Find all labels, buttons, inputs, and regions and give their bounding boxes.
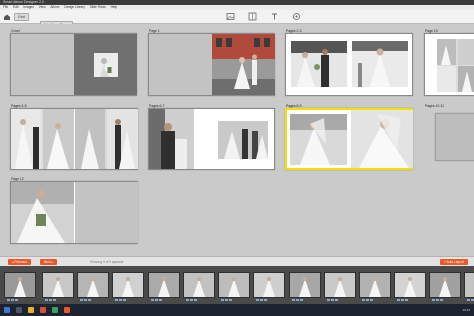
photo[interactable] <box>11 182 74 243</box>
spread-cover[interactable] <box>10 33 137 96</box>
spread-page-13[interactable] <box>424 33 474 96</box>
filmstrip-thumbnail[interactable] <box>112 272 144 301</box>
filmstrip-thumbnail[interactable] <box>429 272 461 301</box>
image-tool-icon[interactable] <box>226 12 235 21</box>
filmstrip-thumbnail[interactable] <box>289 272 321 301</box>
rating-stars <box>115 299 126 301</box>
menu-help[interactable]: Help <box>111 5 118 9</box>
filmstrip-thumbnail[interactable] <box>77 272 109 301</box>
filmstrip-thumbnail[interactable] <box>464 272 474 301</box>
spread-pages-10-11[interactable] <box>435 113 474 161</box>
filmstrip-thumbnail[interactable] <box>218 272 250 301</box>
rating-stars <box>151 299 162 301</box>
spread-label: Pages 10-11 <box>425 104 444 108</box>
start-icon[interactable] <box>4 307 10 313</box>
previous-button[interactable]: ◂ Previous <box>8 259 31 265</box>
spread-workspace: Cover Page 1 Pages 2-3 Page 13 Pages 4-5 <box>0 24 474 256</box>
zoom-in-icon[interactable] <box>288 259 294 272</box>
photo[interactable] <box>290 114 347 165</box>
rating-stars <box>45 299 56 301</box>
os-taskbar: 10:24 <box>0 304 474 316</box>
menu-album[interactable]: Album <box>50 5 59 9</box>
filmstrip-thumbnail[interactable] <box>359 272 391 301</box>
grid-view-icon[interactable] <box>276 259 282 272</box>
bottom-bar: ◂ Previous Next ▸ Showing 9 of 9 spreads… <box>0 256 474 272</box>
zoom-out-icon[interactable] <box>264 259 270 272</box>
tool-group <box>226 12 301 21</box>
page <box>149 34 212 95</box>
photo[interactable] <box>291 41 347 87</box>
photo[interactable] <box>351 110 413 168</box>
app-title: Smart Album Designer 2.0 <box>3 0 44 4</box>
spread-page-1[interactable] <box>148 33 275 96</box>
filmstrip-thumbnail[interactable] <box>324 272 356 301</box>
filmstrip-thumbnail[interactable] <box>148 272 180 301</box>
filmstrip-thumbnail[interactable] <box>394 272 426 301</box>
menu-view[interactable]: View <box>39 5 46 9</box>
folder-icon[interactable] <box>28 307 34 313</box>
photo[interactable] <box>94 53 118 77</box>
rating-stars <box>7 299 18 301</box>
rating-stars <box>80 299 91 301</box>
layout-tool-icon[interactable] <box>248 12 257 21</box>
filmstrip-thumbnail[interactable] <box>42 272 74 301</box>
next-button[interactable]: Next ▸ <box>40 259 58 265</box>
spread-page-12[interactable] <box>10 181 138 244</box>
toolbar: Grid Wedding Album <box>0 10 474 29</box>
rating-stars <box>432 299 443 301</box>
page <box>75 182 138 243</box>
image-filmstrip <box>0 266 474 304</box>
text-tool-icon[interactable] <box>270 12 279 21</box>
rating-stars <box>467 299 474 301</box>
menu-images[interactable]: Images <box>23 5 33 9</box>
filmstrip-thumbnail[interactable] <box>4 272 36 301</box>
status-text: Showing 9 of 9 spreads <box>90 260 124 264</box>
photo[interactable] <box>149 109 194 169</box>
view-button[interactable]: Grid <box>14 13 29 21</box>
photo[interactable] <box>352 41 408 87</box>
photo[interactable] <box>212 109 274 169</box>
spread-pages-4-5[interactable] <box>10 108 138 170</box>
menu-design-library[interactable]: Design Library <box>64 5 85 9</box>
rating-stars <box>221 299 232 301</box>
rating-stars <box>256 299 267 301</box>
filmstrip-thumbnail[interactable] <box>253 272 285 301</box>
spread-pages-2-3[interactable] <box>285 33 413 96</box>
page <box>11 34 74 95</box>
photo[interactable] <box>75 109 138 169</box>
rating-stars <box>186 299 197 301</box>
spread-pages-8-9[interactable] <box>285 108 413 170</box>
app-icon[interactable] <box>52 307 58 313</box>
menu-file[interactable]: File <box>3 5 8 9</box>
filmstrip-thumbnail[interactable] <box>183 272 215 301</box>
photo[interactable] <box>437 39 474 92</box>
album-app-icon[interactable] <box>64 307 70 313</box>
rating-stars <box>292 299 303 301</box>
spread-pages-6-7[interactable] <box>148 108 275 170</box>
rating-stars <box>362 299 373 301</box>
rating-stars <box>397 299 408 301</box>
rating-stars <box>327 299 338 301</box>
photo[interactable] <box>212 34 275 95</box>
background-tool-icon[interactable] <box>292 12 301 21</box>
clock: 10:24 <box>462 308 470 312</box>
search-icon[interactable] <box>16 307 22 313</box>
home-icon[interactable] <box>3 13 11 21</box>
menu-edit[interactable]: Edit <box>13 5 19 9</box>
menu-slide-show[interactable]: Slide Show <box>90 5 106 9</box>
photo[interactable] <box>11 109 74 169</box>
auto-layout-button[interactable]: + Auto Layout <box>440 259 468 265</box>
browser-icon[interactable] <box>40 307 46 313</box>
